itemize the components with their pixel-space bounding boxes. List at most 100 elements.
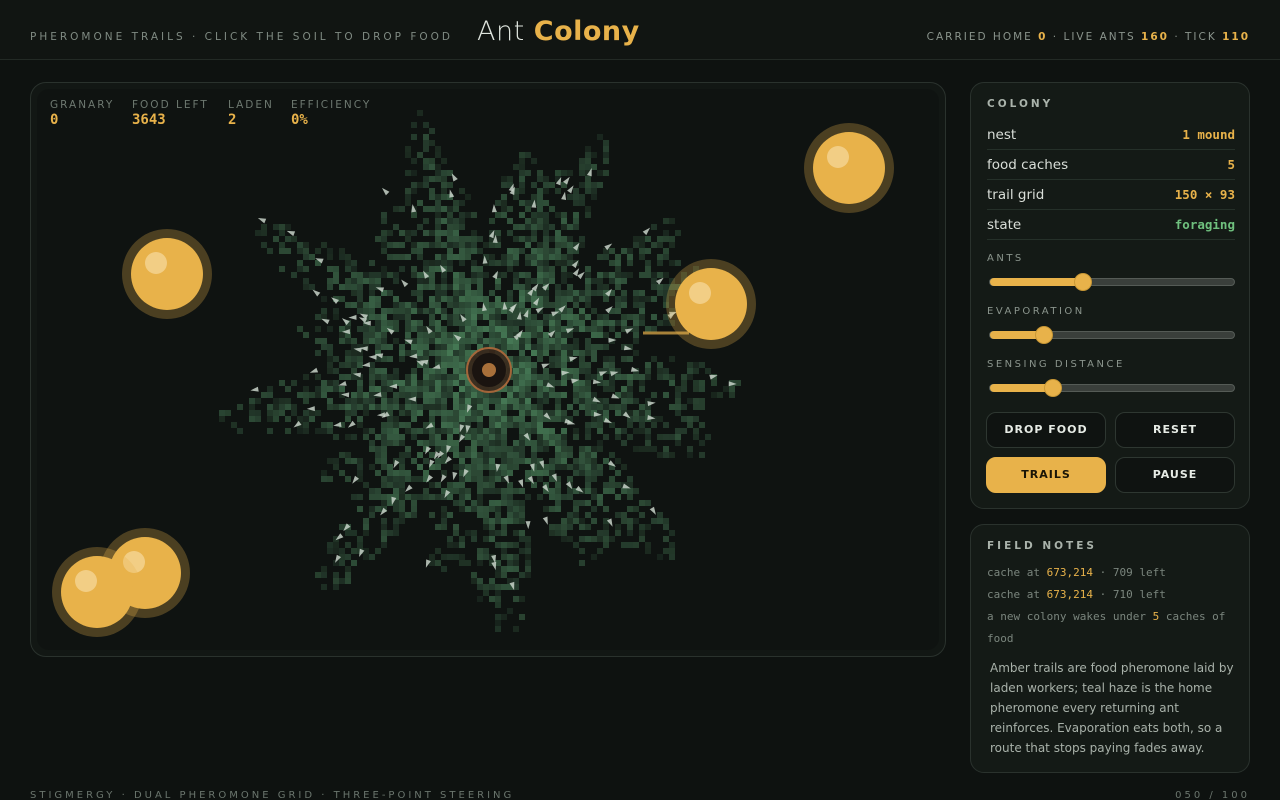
header-bar: Pheromone trails · click the soil to dro… [0,0,1280,60]
hud-food-left: Food left 3643 [132,99,209,128]
food-cache[interactable] [131,238,203,310]
footer-caption: Stigmergy · dual pheromone grid · three-… [30,790,515,800]
note-line: a new colony wakes under 5 caches of foo… [987,606,1237,650]
ant [656,277,664,285]
slider-handle[interactable] [1074,274,1091,290]
food-cache[interactable] [61,556,133,628]
slider-fill [990,384,1054,392]
note-text: · 709 left [1092,566,1166,579]
ant [451,173,458,182]
page-counter: 050 / 100 [1175,790,1250,800]
row-key: food caches [987,157,1069,173]
row-state: state foraging [987,210,1235,240]
ant [449,189,455,198]
row-value: 5 [1227,157,1235,172]
food-cache-highlight [827,146,849,168]
ant [649,506,656,515]
ant [525,521,531,530]
live-ants-value: 160 [1141,31,1169,43]
notes-paragraph: Amber trails are food pheromone laid by … [990,661,1234,755]
hud-label: Laden [228,99,274,111]
hud-efficiency: Efficiency 0% [291,99,371,128]
note-text: a new colony wakes under [987,610,1153,623]
ants-slider[interactable] [989,274,1235,290]
carried-home-label: Carried home [926,31,1033,43]
pause-button[interactable]: Pause [1115,457,1235,493]
food-cache-highlight [145,252,167,274]
note-line: cache at 673,214 · 709 left [987,562,1237,584]
row-nest: nest 1 mound [987,120,1235,150]
ant [567,185,574,194]
title-accent: Colony [533,16,640,47]
reset-button[interactable]: Reset [1115,412,1235,448]
ant [647,401,656,407]
evaporation-slider[interactable] [989,327,1235,343]
ant [642,227,651,236]
row-food-caches: food caches 5 [987,150,1235,180]
ant [361,362,371,368]
ant [312,289,321,297]
hud-value: 2 [228,112,237,128]
note-text: cache at [987,588,1047,601]
nest-core [482,363,496,377]
live-ants-label: Live ants [1063,31,1136,43]
ant [368,354,377,360]
hud-value: 0% [291,112,308,128]
slider-label-sensing: Sensing distance [987,359,1125,370]
ant [321,318,330,325]
trails-toggle-button[interactable]: Trails [986,457,1106,493]
row-value: 1 mound [1182,127,1235,142]
ant [382,187,390,196]
hud-label: Efficiency [291,99,372,111]
tick-label: Tick [1185,31,1217,43]
food-cache-highlight [75,570,97,592]
ant [452,471,458,481]
title-light: Ant [477,16,525,47]
ant [518,479,524,488]
simulation-panel: Granary 0 Food left 3643 Laden 2 Efficie… [30,82,946,657]
row-key: state [987,217,1022,233]
ant [541,363,550,369]
ant [542,516,548,525]
field-notes-title: Field notes [987,540,1097,552]
ant [286,230,296,237]
slider-handle[interactable] [1045,380,1062,396]
slider-label-evaporation: Evaporation [987,306,1085,317]
slider-fill [990,278,1083,286]
ant [572,268,580,277]
slider-label-ants: Ants [987,253,1024,264]
stats-separator: · [1052,31,1064,43]
ant [401,279,409,288]
ant [348,314,357,320]
drop-food-button[interactable]: Drop food [986,412,1106,448]
tick-value: 110 [1222,31,1250,43]
note-text: · 710 left [1092,588,1166,601]
row-key: trail grid [987,187,1045,203]
row-trail-grid: trail grid 150 × 93 [987,180,1235,210]
colony-panel-title: Colony [987,98,1054,110]
food-cache-highlight [689,282,711,304]
slider-handle[interactable] [1035,327,1052,343]
hud-label: Food left [132,99,209,111]
simulation-field[interactable] [37,89,939,650]
hud-granary: Granary 0 [50,99,114,128]
ant [376,412,385,418]
carried-home-value: 0 [1038,31,1048,43]
stats-separator: · [1174,31,1185,43]
soil-canvas[interactable]: Granary 0 Food left 3643 Laden 2 Efficie… [37,89,939,650]
ant [338,381,347,386]
ant [405,484,413,492]
field-notes-panel: Field notes cache at 673,214 · 709 left … [970,524,1250,773]
ant [333,422,342,427]
food-cache[interactable] [813,132,885,204]
ant [561,191,567,200]
food-cache[interactable] [675,268,747,340]
ant [309,367,319,373]
row-key: nest [987,127,1017,143]
sensing-distance-slider[interactable] [989,380,1235,396]
note-text: cache at [987,566,1047,579]
tagline: Pheromone trails · click the soil to dro… [30,31,453,43]
note-highlight: 673,214 [1046,566,1093,579]
header-stats: Carried home 0 · Live ants 160 · Tick 11… [927,31,1250,43]
row-value: foraging [1174,217,1235,232]
